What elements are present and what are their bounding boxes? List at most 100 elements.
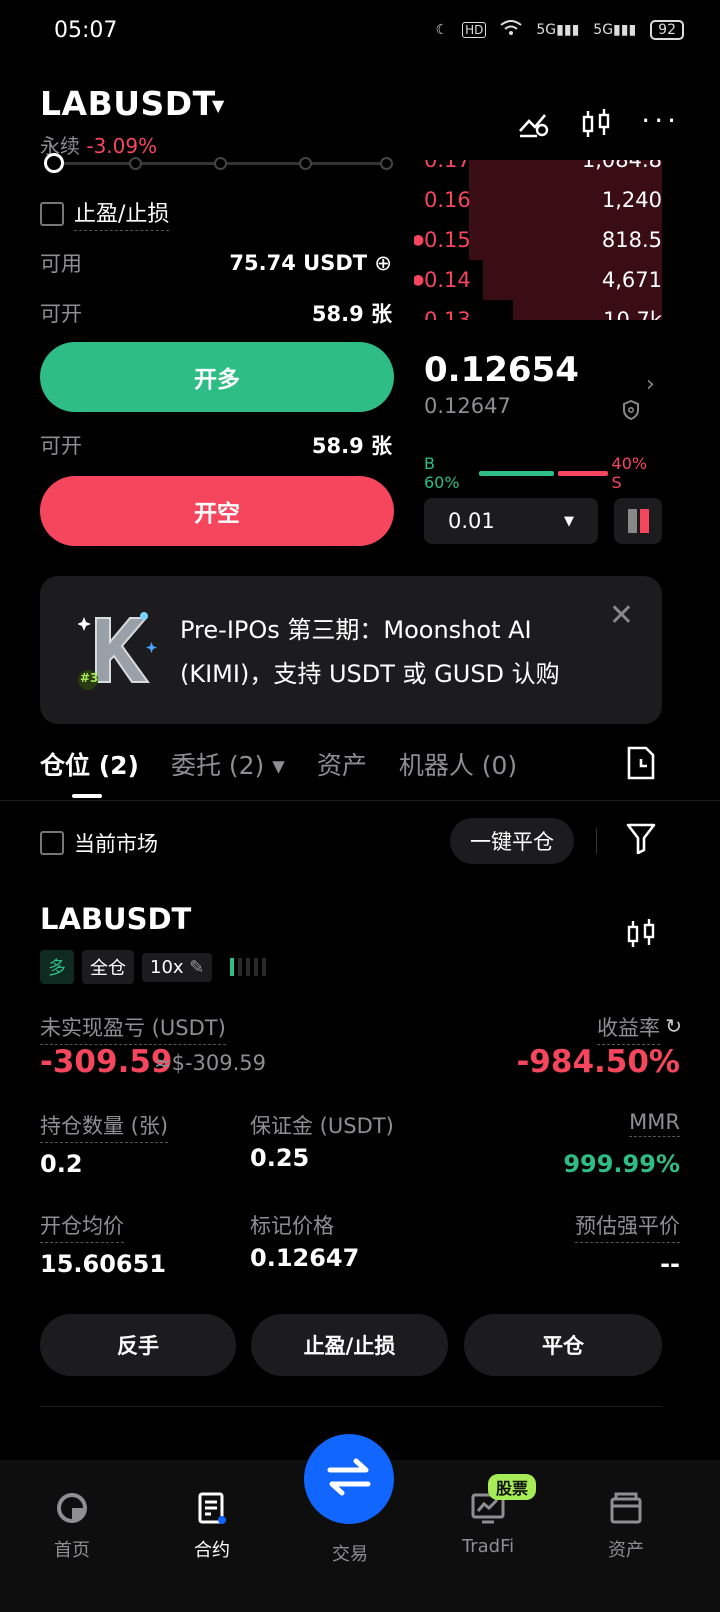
nav-home-label: 首页 (54, 1540, 90, 1561)
tab-assets[interactable]: 资产 (317, 746, 367, 782)
chevron-right-icon[interactable]: › (646, 372, 655, 397)
home-icon (22, 1488, 122, 1528)
margin-mode-badge: 全仓 (82, 950, 134, 984)
roe-value: -984.50% (516, 1044, 680, 1080)
mmr-label: MMR (629, 1110, 680, 1137)
buy-ratio: B 60% (424, 454, 460, 492)
add-circle-icon[interactable]: ⊕ (374, 251, 392, 275)
roe-label: 收益率 (597, 1012, 660, 1045)
hd-icon: HD (462, 22, 487, 38)
refresh-icon[interactable]: ↻ (665, 1014, 682, 1038)
open-short-label: 可开 (40, 434, 82, 458)
close-icon[interactable]: ✕ (609, 598, 634, 633)
tab-bots[interactable]: 机器人 (0) (399, 746, 517, 782)
history-icon[interactable] (626, 746, 656, 784)
liq-price-label: 预估强平价 (575, 1210, 680, 1243)
signal-5g-icon: 5G▮▮▮ (536, 22, 580, 38)
open-short-row: 可开 58.9 张 (40, 430, 392, 460)
candlestick-icon[interactable] (626, 918, 656, 954)
book-layout-icon (627, 509, 649, 533)
order-book-row[interactable]: 0.13 10.7k (414, 300, 662, 320)
mmr-value: 999.99% (563, 1150, 680, 1178)
banner-text: Pre-IPOs 第三期：Moonshot AI (KIMI)，支持 USDT … (180, 616, 560, 688)
candlestick-icon[interactable] (581, 108, 611, 144)
wallet-icon (576, 1488, 676, 1528)
close-all-button[interactable]: 一键平仓 (450, 818, 574, 864)
caret-down-icon[interactable]: ▼ (212, 96, 224, 115)
ask-size: 1,240 (601, 188, 662, 212)
nav-assets-label: 资产 (608, 1540, 644, 1561)
nav-futures-label: 合约 (194, 1540, 230, 1561)
more-icon[interactable]: ··· (641, 104, 680, 137)
unrealized-pnl-label: 未实现盈亏 (USDT) (40, 1012, 226, 1045)
leverage-slider[interactable] (44, 153, 394, 176)
moon-icon: ☾ (435, 22, 449, 38)
tpsl-label: 止盈/止损 (74, 196, 170, 231)
open-long-value: 58.9 张 (311, 302, 392, 326)
entry-price-label: 开仓均价 (40, 1210, 124, 1243)
divider (0, 800, 720, 801)
nav-futures[interactable]: 合约 (162, 1488, 262, 1562)
reverse-button[interactable]: 反手 (40, 1314, 236, 1376)
tpsl-checkbox[interactable] (40, 201, 64, 226)
status-time: 05:07 (54, 18, 118, 43)
buy-sell-ratio: B 60% 40% S (424, 454, 662, 492)
close-position-button[interactable]: 平仓 (464, 1314, 662, 1376)
futures-icon (162, 1488, 262, 1528)
wifi-icon (500, 20, 523, 40)
last-price: 0.12654 (424, 350, 579, 390)
position-symbol[interactable]: LABUSDT (40, 902, 191, 936)
tpsl-button[interactable]: 止盈/止损 (251, 1314, 448, 1376)
order-book-row[interactable]: ● 0.15 818.5 (414, 220, 662, 260)
open-short-value: 58.9 张 (311, 434, 392, 458)
caret-down-icon: ▼ (564, 513, 574, 529)
ask-price: 0.17 (424, 148, 471, 172)
ask-size: 1,084.8 (581, 148, 662, 172)
pair-title[interactable]: LABUSDT (40, 84, 216, 123)
open-short-button[interactable]: 开空 (40, 476, 394, 546)
qty-label: 持仓数量 (张) (40, 1110, 169, 1143)
side-badge: 多 (40, 950, 74, 984)
available-label: 可用 (40, 252, 82, 276)
current-market-filter[interactable]: 当前市场 (40, 828, 158, 858)
book-layout-button[interactable] (614, 498, 662, 544)
nav-assets[interactable]: 资产 (576, 1488, 676, 1562)
buy-ratio-bar (479, 470, 554, 476)
nav-home[interactable]: 首页 (22, 1488, 122, 1562)
leverage-badge[interactable]: 10x ✎ (142, 952, 213, 982)
open-long-label: 可开 (40, 302, 82, 326)
shield-icon[interactable] (622, 399, 640, 424)
edit-icon: ✎ (189, 956, 205, 978)
promo-banner[interactable]: #3 Pre-IPOs 第三期：Moonshot AI (KIMI)，支持 US… (40, 576, 662, 724)
divider (596, 828, 597, 854)
filter-icon[interactable] (626, 822, 656, 858)
current-market-label: 当前市场 (74, 832, 158, 856)
tab-positions[interactable]: 仓位 (2) (40, 746, 139, 782)
nav-trade-label[interactable]: 交易 (306, 1540, 394, 1566)
current-market-checkbox[interactable] (40, 831, 64, 855)
tick-size-value: 0.01 (448, 509, 495, 533)
chart-settings-icon[interactable] (517, 109, 551, 143)
price-change: -3.09% (86, 134, 158, 158)
battery-icon: 92 (650, 20, 684, 40)
mark-price-label: 标记价格 (250, 1214, 334, 1238)
trade-button[interactable] (304, 1434, 394, 1524)
order-book-row[interactable]: 0.17 1,084.8 (414, 148, 662, 180)
open-long-row: 可开 58.9 张 (40, 298, 392, 328)
sell-ratio: 40% S (611, 454, 648, 492)
liq-price-value: -- (660, 1250, 680, 1278)
signal-5g-icon: 5G▮▮▮ (593, 22, 637, 38)
slider-knob[interactable] (44, 153, 64, 173)
position-tags: 多 全仓 10x ✎ (40, 950, 267, 984)
tick-size-select[interactable]: 0.01 ▼ (424, 498, 598, 544)
status-icons: ☾ HD 5G▮▮▮ 5G▮▮▮ 92 (436, 20, 684, 40)
ask-price: 0.14 (424, 268, 471, 292)
order-book-row[interactable]: 0.16 1,240 (414, 180, 662, 220)
divider (40, 1406, 662, 1407)
open-long-button[interactable]: 开多 (40, 342, 394, 412)
margin-label: 保证金 (USDT) (250, 1114, 394, 1138)
sell-ratio-bar (557, 470, 608, 476)
order-book-row[interactable]: ● 0.14 4,671 (414, 260, 662, 300)
tpsl-toggle[interactable]: 止盈/止损 (40, 196, 170, 231)
tab-orders[interactable]: 委托 (2) ▾ (171, 746, 285, 782)
